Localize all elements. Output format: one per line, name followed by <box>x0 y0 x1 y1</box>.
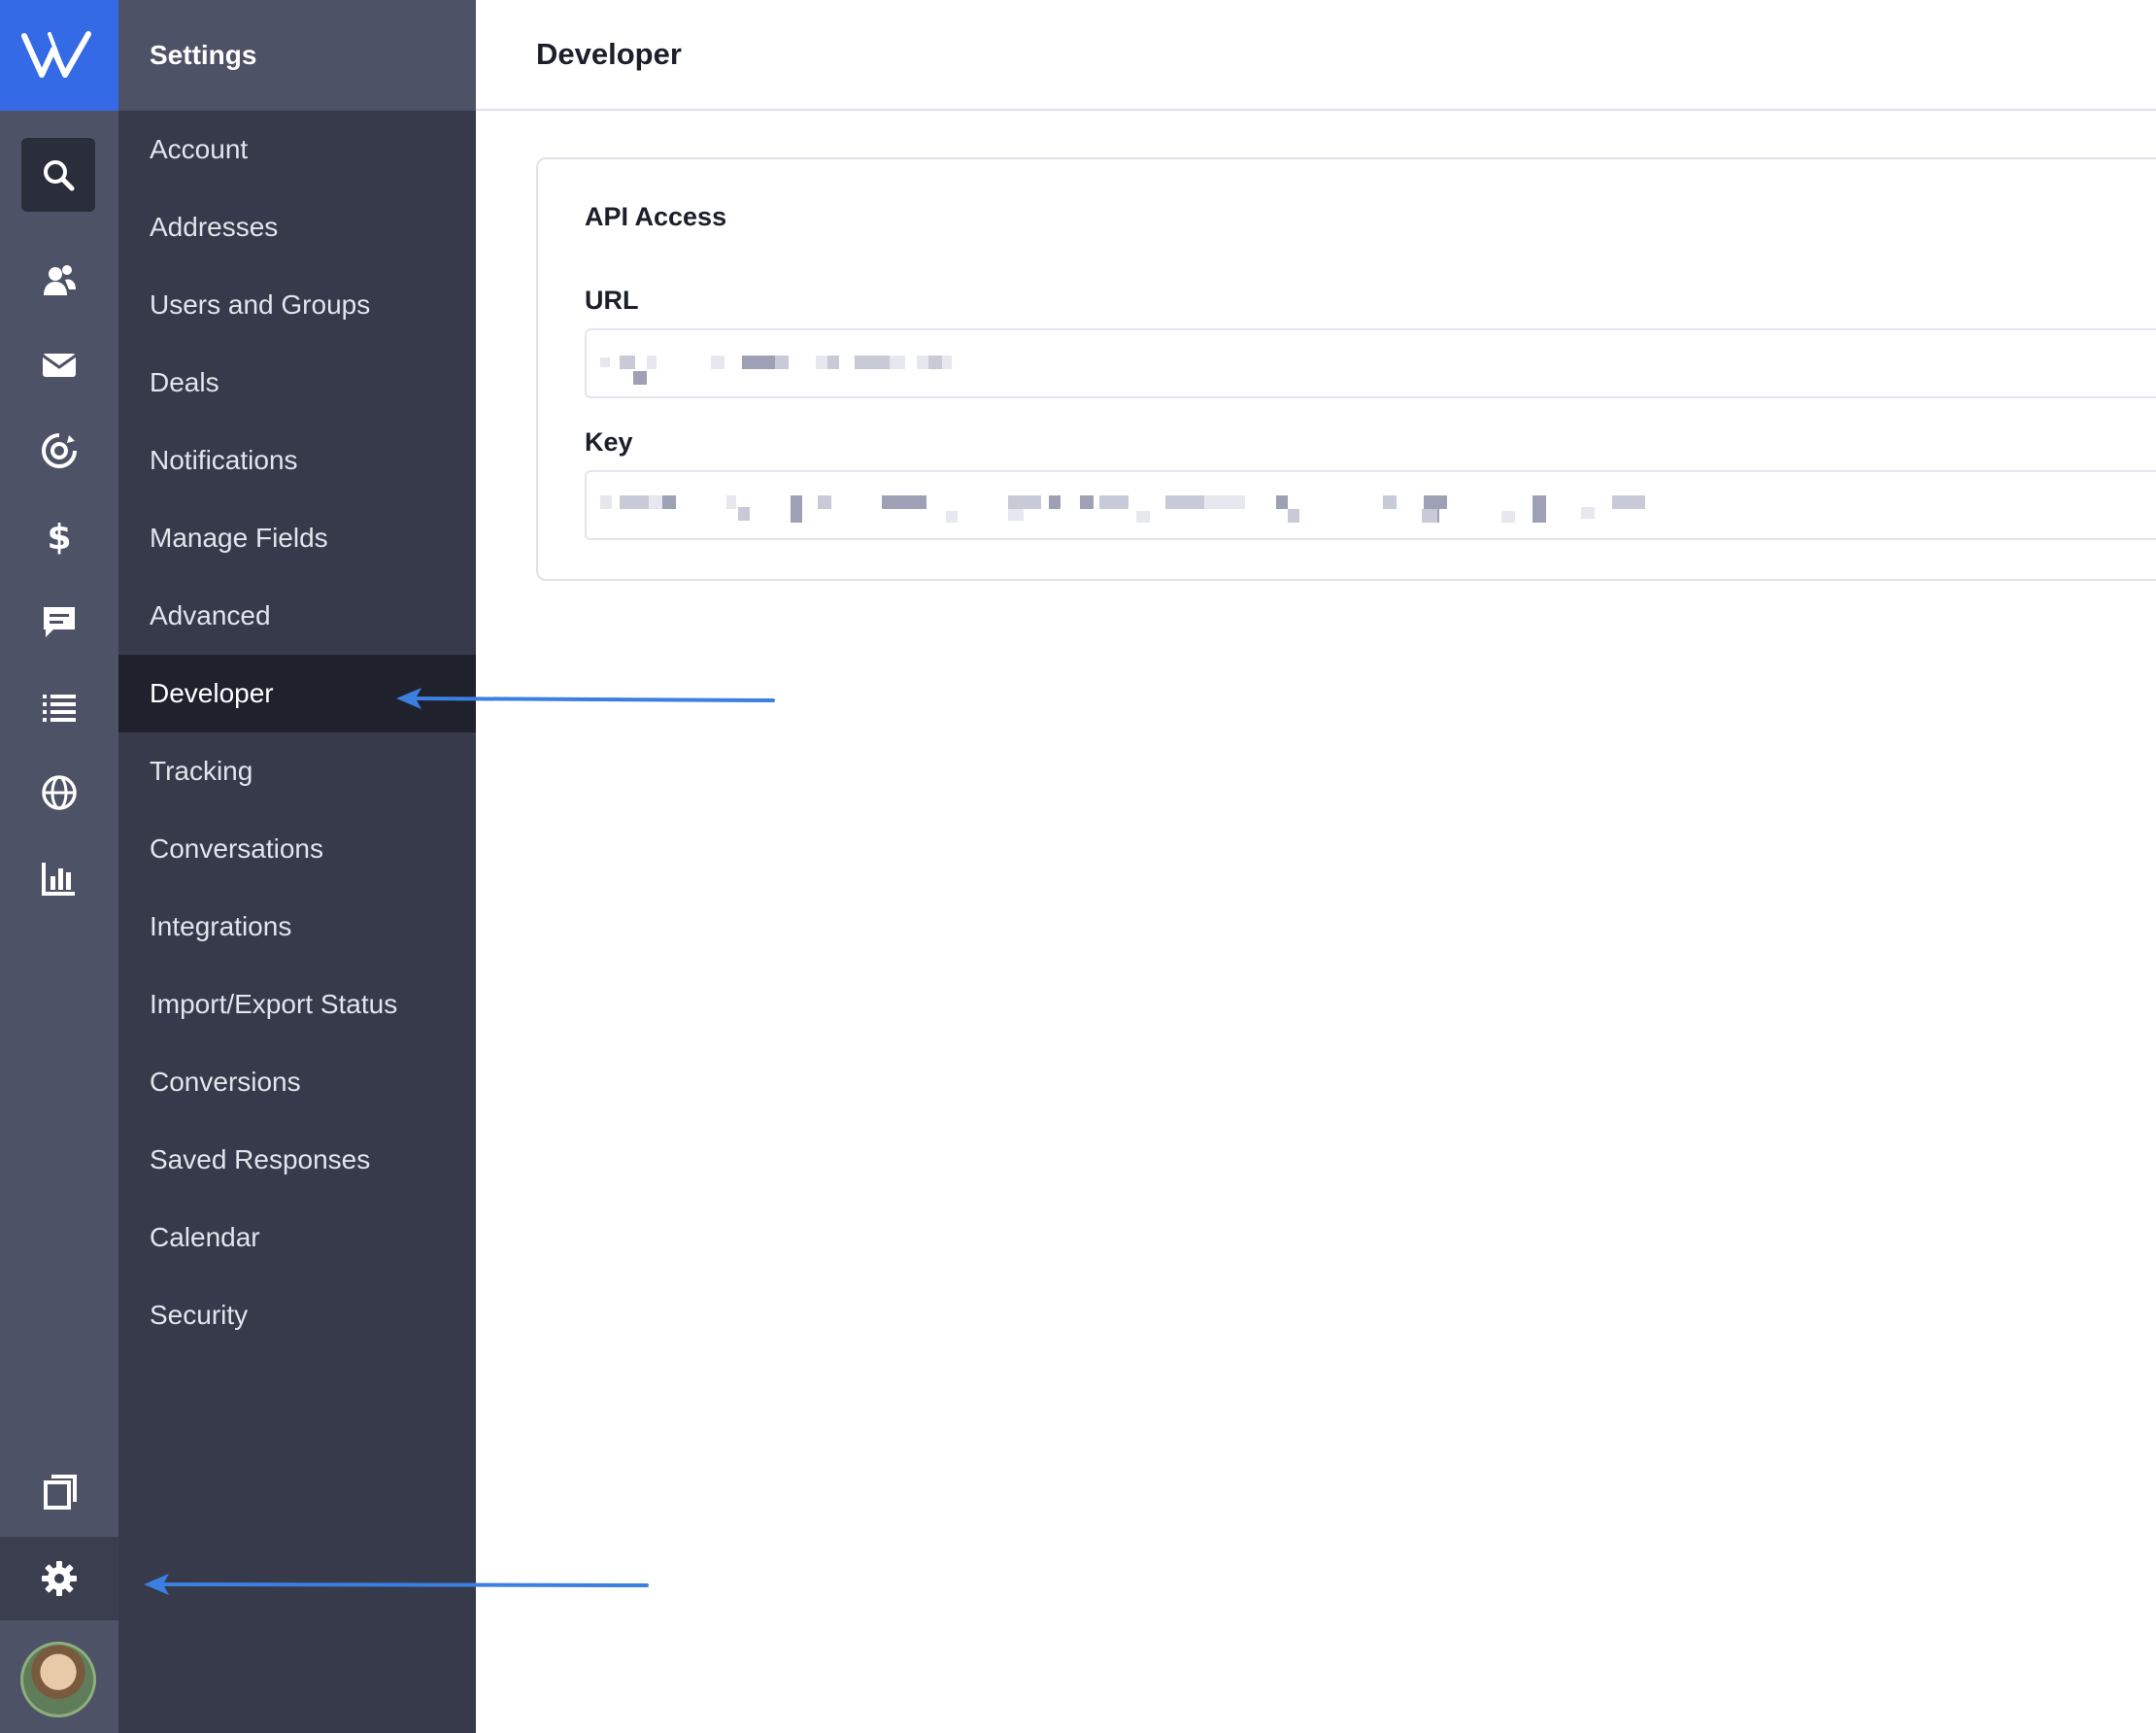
settings-menu: Account Addresses Users and Groups Deals Not… <box>118 111 476 1354</box>
app-logo[interactable] <box>0 0 118 111</box>
key-label: Key <box>585 427 633 457</box>
nav-item-manage-fields[interactable]: Manage Fields <box>118 499 476 577</box>
list-icon <box>43 695 76 722</box>
nav-item-deals[interactable]: Deals <box>118 344 476 422</box>
dollar-icon: $ <box>47 518 71 556</box>
nav-item-security[interactable]: Security <box>118 1276 476 1354</box>
website-button[interactable] <box>0 756 118 830</box>
nav-item-saved-responses[interactable]: Saved Responses <box>118 1121 476 1199</box>
reports-button[interactable] <box>0 841 118 915</box>
mail-icon <box>42 354 77 377</box>
automation-icon <box>42 433 77 468</box>
api-access-card: API Access URL Key <box>536 157 2156 581</box>
page-title: Developer <box>476 0 2156 111</box>
nav-item-addresses[interactable]: Addresses <box>118 188 476 266</box>
deals-button[interactable]: $ <box>0 499 118 573</box>
arrow-to-settings-annotation <box>144 1574 649 1595</box>
user-avatar[interactable] <box>20 1642 96 1717</box>
search-button[interactable] <box>21 138 95 212</box>
nav-item-account[interactable]: Account <box>118 111 476 188</box>
contacts-icon <box>44 265 76 295</box>
gear-icon <box>42 1561 77 1596</box>
settings-nav-title: Settings <box>118 0 476 111</box>
lists-button[interactable] <box>0 670 118 744</box>
nav-item-integrations[interactable]: Integrations <box>118 888 476 966</box>
nav-item-conversations[interactable]: Conversations <box>118 810 476 888</box>
nav-item-calendar[interactable]: Calendar <box>118 1199 476 1276</box>
url-label: URL <box>585 286 639 315</box>
key-field[interactable] <box>585 470 2156 540</box>
pages-icon <box>44 1475 77 1510</box>
chart-icon <box>42 863 75 896</box>
card-title: API Access <box>585 202 727 231</box>
icon-rail: $ <box>0 0 118 1733</box>
nav-item-users-and-groups[interactable]: Users and Groups <box>118 266 476 344</box>
search-icon <box>44 160 75 191</box>
url-field[interactable] <box>585 328 2156 398</box>
nav-item-import-export-status[interactable]: Import/Export Status <box>118 966 476 1043</box>
nav-item-conversions[interactable]: Conversions <box>118 1043 476 1121</box>
main-content: Developer API Access URL Key <box>476 0 2156 1733</box>
arrow-to-developer-annotation <box>396 688 775 709</box>
settings-button[interactable] <box>0 1537 118 1620</box>
nav-item-tracking[interactable]: Tracking <box>118 732 476 810</box>
pages-button[interactable] <box>0 1455 118 1529</box>
automations-button[interactable] <box>0 414 118 488</box>
logo-icon <box>21 31 91 78</box>
globe-icon <box>42 775 77 810</box>
settings-nav: Settings Account Addresses Users and Group… <box>118 0 476 1733</box>
mail-button[interactable] <box>0 328 118 402</box>
nav-item-advanced[interactable]: Advanced <box>118 577 476 655</box>
nav-item-notifications[interactable]: Notifications <box>118 422 476 499</box>
conversations-button[interactable] <box>0 585 118 659</box>
contacts-button[interactable] <box>0 243 118 317</box>
svg-text:$: $ <box>47 518 71 556</box>
chat-icon <box>44 607 75 637</box>
